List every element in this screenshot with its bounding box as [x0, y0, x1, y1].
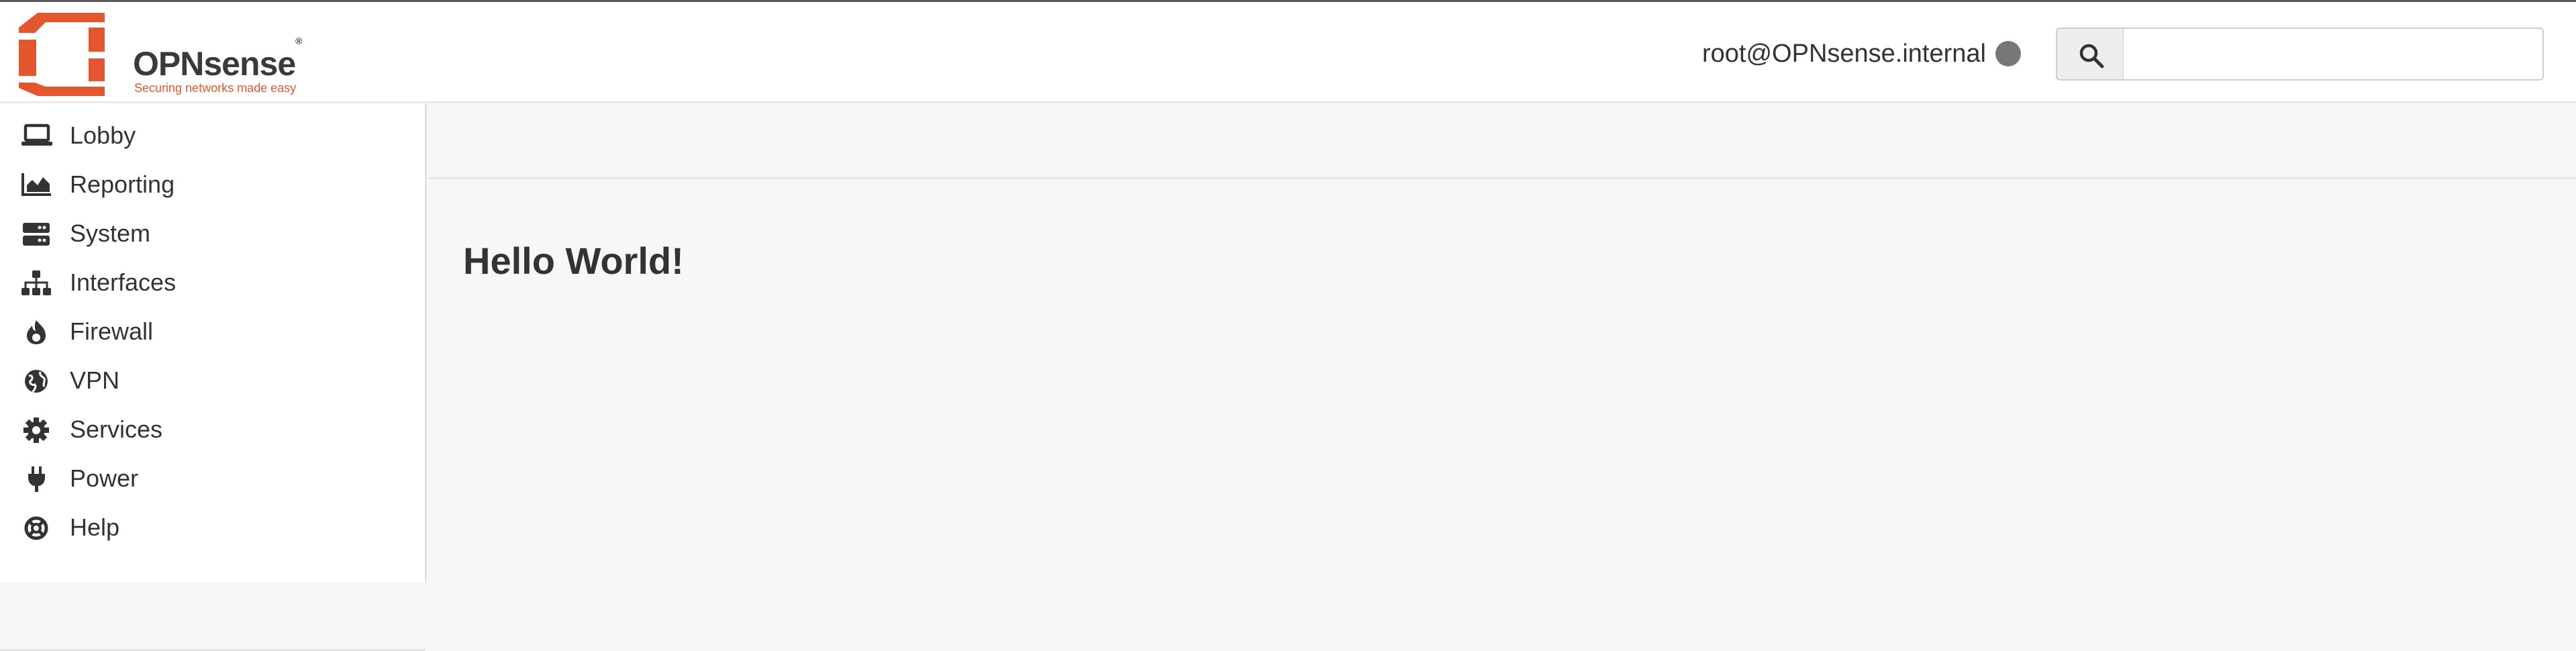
plug-icon	[28, 466, 45, 492]
sidebar-item-system[interactable]: System	[0, 210, 425, 258]
sidebar-item-label: Power	[70, 464, 139, 492]
sidebar-item-lobby[interactable]: Lobby	[0, 112, 425, 160]
sidebar-item-label: System	[70, 219, 151, 247]
lifebuoy-icon	[24, 516, 48, 540]
search-input[interactable]	[2124, 28, 2544, 81]
sidebar-item-power[interactable]: Power	[0, 455, 425, 503]
sidebar-item-label: Lobby	[70, 121, 136, 149]
page-title: Hello World!	[463, 240, 684, 282]
user-label[interactable]: root@OPNsense.internal	[1702, 40, 1986, 68]
sidebar-item-label: Interfaces	[70, 268, 177, 296]
content-header-bar	[429, 104, 2576, 179]
sidebar-item-interfaces[interactable]: Interfaces	[0, 259, 425, 307]
opnsense-logo[interactable]: OPNsense® Securing networks made easy	[19, 13, 303, 97]
sidebar-item-label: Firewall	[70, 317, 154, 345]
search-button[interactable]	[2056, 28, 2124, 81]
sidebar-item-label: VPN	[70, 366, 120, 394]
laptop-icon	[21, 123, 52, 146]
gear-icon	[23, 417, 49, 443]
server-icon	[23, 223, 50, 246]
sidebar-item-services[interactable]: Services	[0, 406, 425, 454]
sidebar-item-vpn[interactable]: VPN	[0, 357, 425, 405]
sidebar-item-label: Reporting	[70, 170, 175, 198]
brand-name: OPNsense®	[133, 36, 303, 83]
sidebar-item-label: Services	[70, 415, 163, 443]
sidebar-item-reporting[interactable]: Reporting	[0, 161, 425, 209]
sidebar: Lobby Reporting System Interfaces Firewa…	[0, 104, 427, 651]
sidebar-item-help[interactable]: Help	[0, 504, 425, 552]
sitemap-icon	[21, 270, 51, 295]
search-icon	[2079, 44, 2104, 68]
fire-icon	[27, 320, 46, 344]
opnsense-logo-mark-icon	[19, 13, 105, 96]
sidebar-item-label: Help	[70, 513, 120, 541]
brand-tagline: Securing networks made easy	[134, 81, 297, 95]
status-indicator	[1995, 41, 2021, 66]
top-header: OPNsense® Securing networks made easy ro…	[0, 2, 2576, 103]
globe-icon	[25, 370, 48, 393]
sidebar-item-firewall[interactable]: Firewall	[0, 308, 425, 356]
area-chart-icon	[21, 173, 51, 196]
